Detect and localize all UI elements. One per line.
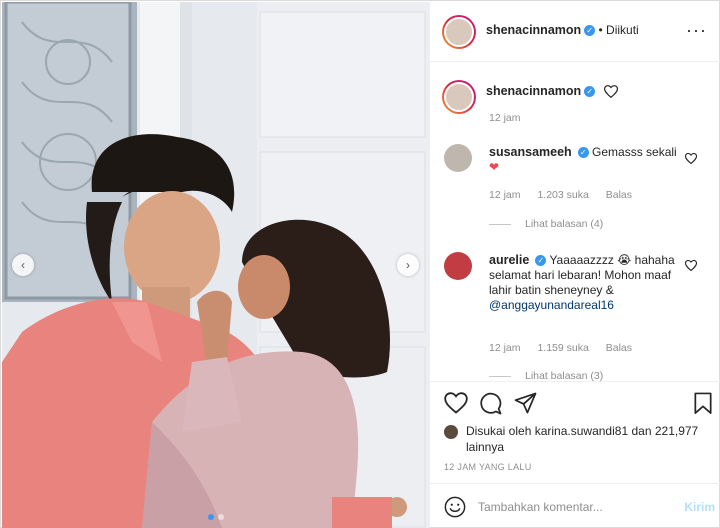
commenter-username[interactable]: aurelie — [489, 253, 529, 267]
heart-icon[interactable] — [444, 392, 468, 414]
caption-username[interactable]: shenacinnamon — [486, 84, 581, 98]
verified-icon: ✓ — [535, 255, 547, 267]
likes-count[interactable]: 221,977 — [655, 424, 698, 438]
post-timestamp[interactable]: 12 JAM YANG LALU — [444, 462, 532, 472]
comment-time: 12 jam — [489, 189, 521, 201]
more-icon[interactable]: ··· — [686, 20, 707, 41]
follow-status[interactable]: • Diikuti — [599, 23, 639, 37]
emoji-icon[interactable] — [444, 496, 466, 518]
heart-icon — [603, 85, 618, 99]
owner-avatar[interactable] — [442, 15, 476, 49]
liker-username[interactable]: karina.suwandi81 — [535, 424, 628, 438]
commenter-avatar[interactable] — [444, 252, 472, 280]
post-header: shenacinnamon ✓ • Diikuti ··· — [430, 2, 720, 62]
post-side-panel: shenacinnamon ✓ • Diikuti ··· shenacinnam… — [429, 2, 720, 528]
commenter-username[interactable]: susansameeh — [489, 145, 572, 159]
mention-link[interactable]: @anggayunandareal16 — [489, 298, 614, 312]
comment-like-button[interactable] — [685, 260, 697, 271]
caption-owner: shenacinnamon ✓ — [486, 84, 618, 99]
chevron-right-icon: › — [406, 258, 410, 272]
carousel-dot — [207, 514, 214, 520]
comment-time: 12 jam — [489, 342, 521, 354]
header-user: shenacinnamon ✓ • Diikuti — [486, 23, 639, 37]
heart-emoji: ❤ — [489, 160, 500, 174]
post-photo[interactable]: ‹ › — [2, 2, 429, 528]
likes-summary: Disukai oleh karina.suwandi81 dan 221,97… — [444, 423, 714, 455]
likes-joiner: dan — [631, 424, 652, 438]
comment-input[interactable]: Tambahkan komentar... — [478, 500, 603, 514]
carousel-dot — [217, 514, 224, 520]
comment-like-button[interactable] — [685, 153, 697, 164]
replies-line — [489, 223, 511, 225]
verified-icon: ✓ — [577, 147, 589, 159]
view-replies-label: Lihat balasan (3) — [525, 370, 604, 381]
comment-meta: 12 jam 1.159 suka Balas — [489, 342, 646, 354]
comment-meta: 12 jam 1.203 suka Balas — [489, 189, 646, 201]
photo-illustration — [2, 2, 429, 528]
carousel-indicator — [2, 514, 429, 520]
owner-username[interactable]: shenacinnamon — [486, 23, 581, 37]
view-replies-button[interactable]: Lihat balasan (4) — [489, 218, 603, 230]
caption-time: 12 jam — [489, 112, 521, 124]
caption-avatar[interactable] — [442, 80, 476, 114]
post-comment-button[interactable]: Kirim — [684, 500, 715, 514]
reply-button[interactable]: Balas — [606, 342, 632, 354]
previous-photo-button[interactable]: ‹ — [12, 254, 34, 276]
chevron-left-icon: ‹ — [21, 258, 25, 272]
comments-list[interactable]: shenacinnamon ✓ 12 jam susansameeh ✓ Gemas… — [430, 63, 720, 381]
comment-icon[interactable] — [479, 392, 502, 415]
comment-text: Gemasss sekali — [592, 145, 677, 159]
reply-button[interactable]: Balas — [606, 189, 632, 201]
likes-suffix[interactable]: lainnya — [466, 440, 504, 454]
comment-likes[interactable]: 1.203 suka — [537, 189, 588, 201]
comment-body: aurelie ✓ Yaaaaazzzz 😭 hahaha selamat har… — [489, 253, 679, 313]
action-bar — [430, 381, 720, 421]
bookmark-icon[interactable] — [693, 392, 713, 415]
view-replies-label: Lihat balasan (4) — [525, 218, 604, 230]
likes-prefix: Disukai oleh — [466, 424, 532, 438]
comment-likes[interactable]: 1.159 suka — [537, 342, 588, 354]
post-modal: ‹ › shenacinnamon ✓ • Diikuti ··· shenaci… — [0, 0, 720, 528]
share-icon[interactable] — [514, 392, 537, 414]
crying-emoji: 😭 — [617, 253, 632, 267]
liker-avatar[interactable] — [444, 425, 458, 439]
next-photo-button[interactable]: › — [397, 254, 419, 276]
verified-icon: ✓ — [584, 25, 596, 37]
commenter-avatar[interactable] — [444, 144, 472, 172]
verified-icon: ✓ — [584, 86, 596, 98]
comment-body: susansameeh ✓ Gemasss sekali ❤ — [489, 145, 679, 175]
add-comment-form: Tambahkan komentar... Kirim — [430, 483, 720, 528]
comment-text-line1: Yaaaaazzzz — [549, 253, 614, 267]
view-replies-button[interactable]: Lihat balasan (3) — [489, 370, 603, 381]
replies-line — [489, 375, 511, 377]
